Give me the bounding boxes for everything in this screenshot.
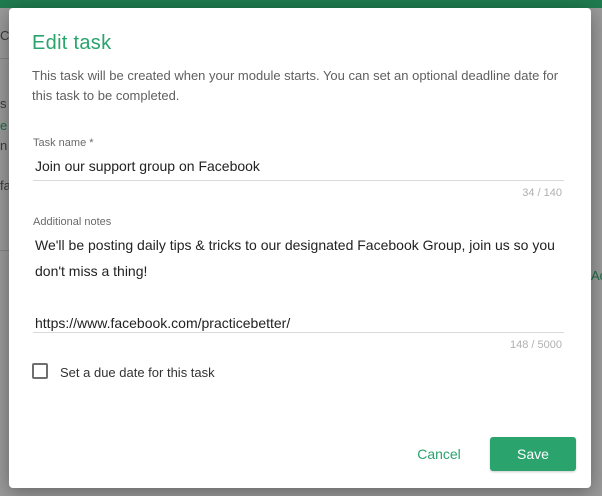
background-link: e bbox=[0, 118, 8, 133]
notes-label: Additional notes bbox=[33, 216, 112, 228]
cancel-button[interactable]: Cancel bbox=[405, 437, 473, 471]
due-date-label[interactable]: Set a due date for this task bbox=[60, 365, 215, 380]
task-name-counter: 34 / 140 bbox=[522, 187, 562, 199]
background-text: s bbox=[0, 96, 7, 111]
dialog-title: Edit task bbox=[32, 32, 112, 54]
task-name-input[interactable]: Join our support group on Facebook bbox=[35, 158, 260, 174]
background-link: Ad bbox=[591, 268, 602, 283]
edit-task-dialog: Edit task This task will be created when… bbox=[9, 8, 591, 488]
background-text: n bbox=[0, 138, 8, 153]
dialog-description: This task will be created when your modu… bbox=[32, 68, 559, 103]
notes-textarea[interactable]: We'll be posting daily tips & tricks to … bbox=[35, 232, 555, 336]
save-button[interactable]: Save bbox=[490, 437, 576, 471]
notes-underline bbox=[33, 332, 564, 333]
task-name-label: Task name * bbox=[33, 137, 94, 149]
app-header-bar bbox=[0, 0, 602, 8]
notes-text: We'll be posting daily tips & tricks to … bbox=[35, 237, 555, 279]
due-date-checkbox[interactable] bbox=[32, 363, 48, 379]
task-name-underline bbox=[33, 180, 564, 181]
background-divider bbox=[0, 250, 9, 251]
background-divider bbox=[0, 58, 9, 59]
notes-counter: 148 / 5000 bbox=[510, 339, 562, 351]
